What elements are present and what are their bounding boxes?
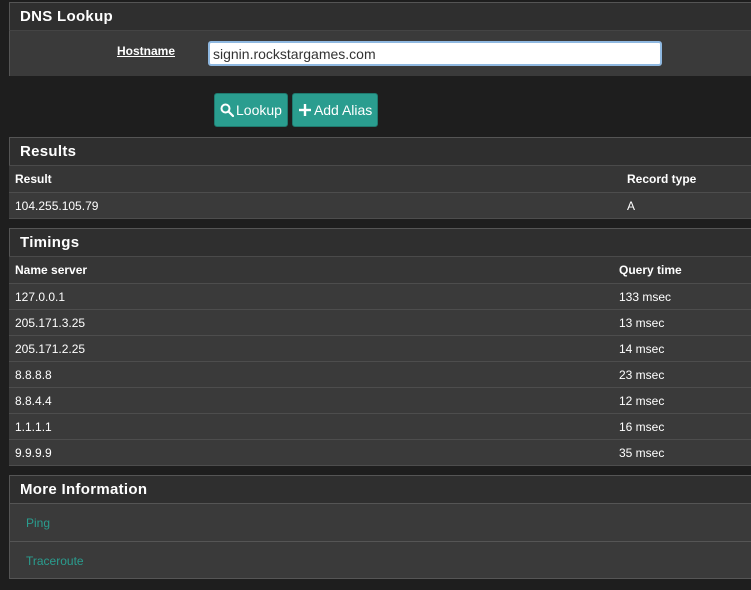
query-time: 23 msec <box>613 361 751 388</box>
hostname-input[interactable] <box>208 41 662 66</box>
table-row: 127.0.0.1 133 msec <box>9 283 751 310</box>
query-time: 133 msec <box>613 283 751 310</box>
panel-title-results: Results <box>9 137 751 165</box>
query-time: 13 msec <box>613 309 751 336</box>
table-row: 1.1.1.1 16 msec <box>9 413 751 440</box>
results-table: Result Record type 104.255.105.79 A <box>9 165 751 219</box>
query-time: 12 msec <box>613 387 751 414</box>
name-server: 205.171.2.25 <box>9 335 613 362</box>
more-information-panel: More Information Ping Traceroute <box>9 475 751 579</box>
lookup-button[interactable]: Lookup <box>214 93 288 127</box>
ping-link[interactable]: Ping <box>10 503 751 541</box>
table-row: 9.9.9.9 35 msec <box>9 439 751 466</box>
panel-title-dns-lookup: DNS Lookup <box>9 2 751 30</box>
panel-title-more-information: More Information <box>9 475 751 503</box>
more-information-links: Ping Traceroute <box>9 503 751 579</box>
timings-panel: Timings Name server Query time 127.0.0.1… <box>9 228 751 466</box>
traceroute-link[interactable]: Traceroute <box>10 541 751 579</box>
column-header-query-time: Query time <box>613 256 751 284</box>
name-server: 9.9.9.9 <box>9 439 613 466</box>
query-time: 16 msec <box>613 413 751 440</box>
name-server: 205.171.3.25 <box>9 309 613 336</box>
add-alias-button-label: Add Alias <box>313 102 373 118</box>
table-row: 8.8.4.4 12 msec <box>9 387 751 414</box>
table-row: 8.8.8.8 23 msec <box>9 361 751 388</box>
column-header-name-server: Name server <box>9 256 613 284</box>
name-server: 1.1.1.1 <box>9 413 613 440</box>
action-buttons: Lookup Add Alias <box>214 93 379 127</box>
panel-title-timings: Timings <box>9 228 751 256</box>
timings-table: Name server Query time 127.0.0.1 133 mse… <box>9 256 751 466</box>
name-server: 127.0.0.1 <box>9 283 613 310</box>
hostname-label: Hostname <box>117 44 176 58</box>
results-panel: Results Result Record type 104.255.105.7… <box>9 137 751 219</box>
column-header-result: Result <box>9 165 621 193</box>
record-type-value: A <box>621 192 751 219</box>
dns-lookup-panel: DNS Lookup Hostname <box>9 2 751 76</box>
query-time: 35 msec <box>613 439 751 466</box>
table-row: 205.171.2.25 14 msec <box>9 335 751 362</box>
plus-icon <box>298 104 311 116</box>
table-row: 104.255.105.79 A <box>9 192 751 219</box>
hostname-row: Hostname <box>9 30 751 76</box>
add-alias-button[interactable]: Add Alias <box>291 93 379 127</box>
query-time: 14 msec <box>613 335 751 362</box>
result-value: 104.255.105.79 <box>9 192 621 219</box>
table-row: 205.171.3.25 13 msec <box>9 309 751 336</box>
name-server: 8.8.4.4 <box>9 387 613 414</box>
search-icon <box>220 103 234 117</box>
name-server: 8.8.8.8 <box>9 361 613 388</box>
column-header-record-type: Record type <box>621 165 751 193</box>
lookup-button-label: Lookup <box>236 102 282 118</box>
